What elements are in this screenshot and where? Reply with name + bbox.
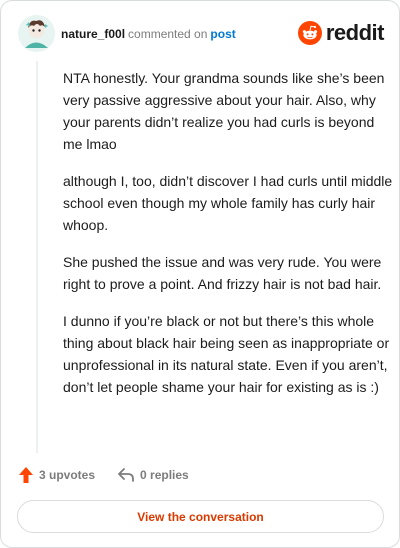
comment-actions: 3 upvotes 0 replies [18, 465, 189, 485]
reddit-wordmark: reddit [325, 20, 385, 45]
thread-line [36, 61, 38, 453]
reddit-logo-icon [297, 21, 322, 45]
commented-on-text: commented on [128, 27, 208, 41]
username-link[interactable]: nature_f00l [61, 27, 125, 41]
avatar[interactable] [18, 15, 55, 52]
comment-card: nature_f00l commented on post reddit NTA h… [0, 0, 400, 548]
reply-arrow-icon [118, 468, 134, 482]
user-avatar-icon [18, 15, 55, 52]
comment-paragraph: although I, too, didn’t discover I had c… [63, 173, 393, 233]
upvote-arrow-icon [19, 467, 33, 483]
comment-body: NTA honestly. Your grandma sounds like s… [63, 67, 393, 413]
comment-header: nature_f00l commented on post reddit [18, 15, 388, 55]
view-conversation-button[interactable]: View the conversation [17, 500, 384, 533]
comment-paragraph: NTA honestly. Your grandma sounds like s… [63, 70, 385, 152]
comment-paragraph: She pushed the issue and was very rude. … [63, 254, 382, 292]
comment-paragraph: I dunno if you’re black or not but there… [63, 313, 390, 395]
comment-meta: nature_f00l commented on post [61, 27, 236, 41]
upvote-button[interactable]: 3 upvotes [18, 466, 95, 484]
reddit-brand[interactable]: reddit [297, 20, 385, 46]
post-link[interactable]: post [210, 27, 235, 41]
upvote-count: 3 upvotes [39, 468, 96, 482]
replies-button[interactable]: 0 replies [117, 467, 189, 483]
reply-count: 0 replies [140, 468, 189, 482]
